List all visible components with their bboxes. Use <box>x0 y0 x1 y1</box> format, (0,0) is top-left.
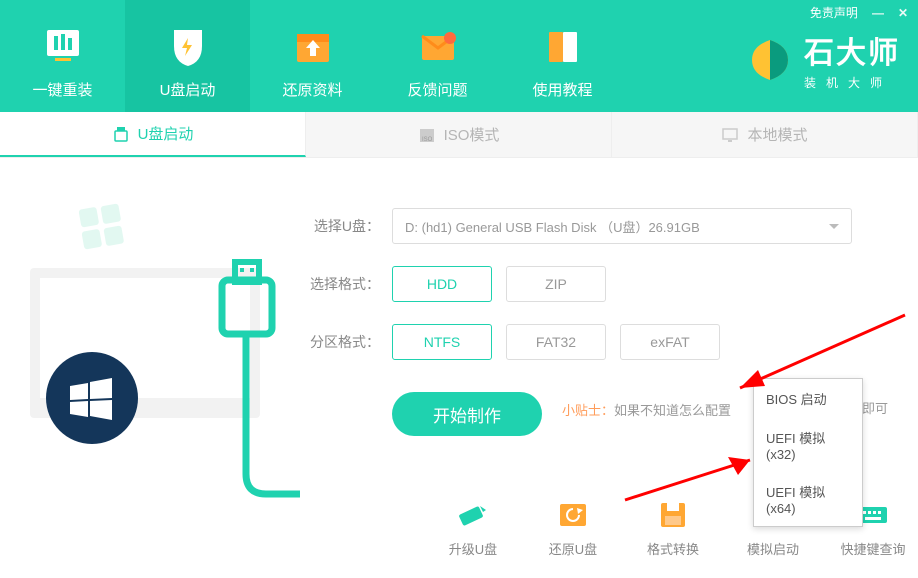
tab-iso[interactable]: ISO ISO模式 <box>306 112 612 157</box>
tab-label: ISO模式 <box>444 124 500 145</box>
nav-label: 一键重装 <box>32 79 92 100</box>
main-nav: 一键重装 U盘启动 还原资料 反馈问题 使用教程 <box>0 0 625 112</box>
simulate-boot-menu: BIOS 启动 UEFI 模拟(x32) UEFI 模拟(x64) <box>753 378 863 527</box>
tip-suffix: 即可 <box>862 398 888 417</box>
tab-label: 本地模式 <box>747 124 807 145</box>
nav-label: 还原资料 <box>282 79 342 100</box>
header: 免责声明 — ✕ 一键重装 U盘启动 还原资料 反馈问题 <box>0 0 918 112</box>
select-disk-label: 选择U盘： <box>300 216 380 236</box>
window-controls: 免责声明 — ✕ <box>810 4 908 21</box>
tool-label: 升级U盘 <box>449 539 497 558</box>
tip-text: 小贴士：如果不知道怎么配置 <box>562 400 731 419</box>
brand-title: 石大师 <box>804 28 900 72</box>
chart-icon <box>35 23 91 69</box>
partition-exfat-button[interactable]: exFAT <box>620 324 720 360</box>
nav-feedback[interactable]: 反馈问题 <box>375 0 500 112</box>
partition-label: 分区格式： <box>300 332 380 352</box>
tip-prefix: 小贴士： <box>562 403 614 418</box>
nav-label: 使用教程 <box>532 79 592 100</box>
envelope-icon <box>410 23 466 69</box>
start-button[interactable]: 开始制作 <box>392 392 542 436</box>
tab-usb-boot[interactable]: U盘启动 <box>0 112 306 157</box>
disk-select-value: D: (hd1) General USB Flash Disk （U盘）26.9… <box>405 217 700 236</box>
disk-select[interactable]: D: (hd1) General USB Flash Disk （U盘）26.9… <box>392 208 852 244</box>
iso-icon: ISO <box>418 126 436 144</box>
menu-bios-boot[interactable]: BIOS 启动 <box>754 379 862 418</box>
nav-reinstall[interactable]: 一键重装 <box>0 0 125 112</box>
tool-label: 还原U盘 <box>549 539 597 558</box>
partition-fat32-button[interactable]: FAT32 <box>506 324 606 360</box>
close-button[interactable]: ✕ <box>898 6 908 20</box>
select-format-label: 选择格式： <box>300 274 380 294</box>
menu-uefi-x64[interactable]: UEFI 模拟(x64) <box>754 472 862 526</box>
disclaimer-link[interactable]: 免责声明 <box>810 4 858 21</box>
partition-ntfs-button[interactable]: NTFS <box>392 324 492 360</box>
format-hdd-button[interactable]: HDD <box>392 266 492 302</box>
nav-label: 反馈问题 <box>407 79 467 100</box>
mode-tabs: U盘启动 ISO ISO模式 本地模式 <box>0 112 918 158</box>
book-icon <box>535 23 591 69</box>
nav-restore[interactable]: 还原资料 <box>250 0 375 112</box>
tool-format-convert[interactable]: 格式转换 <box>638 499 708 558</box>
upload-box-icon <box>285 23 341 69</box>
menu-uefi-x32[interactable]: UEFI 模拟(x32) <box>754 418 862 472</box>
usb-icon <box>112 125 130 143</box>
nav-tutorial[interactable]: 使用教程 <box>500 0 625 112</box>
nav-label: U盘启动 <box>160 79 216 100</box>
tool-label: 快捷键查询 <box>840 539 905 558</box>
illustration <box>10 178 300 538</box>
tool-restore-usb[interactable]: 还原U盘 <box>538 499 608 558</box>
monitor-icon <box>721 126 739 144</box>
logo-icon <box>746 36 794 84</box>
brand: 石大师 装机大师 <box>746 28 900 91</box>
nav-usb-boot[interactable]: U盘启动 <box>125 0 250 112</box>
tool-label: 格式转换 <box>647 539 699 558</box>
tab-local[interactable]: 本地模式 <box>612 112 918 157</box>
minimize-button[interactable]: — <box>872 6 884 20</box>
usb-up-icon <box>455 499 491 531</box>
disk-icon <box>655 499 691 531</box>
tab-label: U盘启动 <box>138 123 194 144</box>
shield-icon <box>160 23 216 69</box>
format-zip-button[interactable]: ZIP <box>506 266 606 302</box>
brand-sub: 装机大师 <box>804 74 892 91</box>
tip-main: 如果不知道怎么配置 <box>614 403 731 418</box>
svg-text:ISO: ISO <box>422 137 433 143</box>
tool-label: 模拟启动 <box>747 539 799 558</box>
restore-icon <box>555 499 591 531</box>
tool-upgrade-usb[interactable]: 升级U盘 <box>438 499 508 558</box>
